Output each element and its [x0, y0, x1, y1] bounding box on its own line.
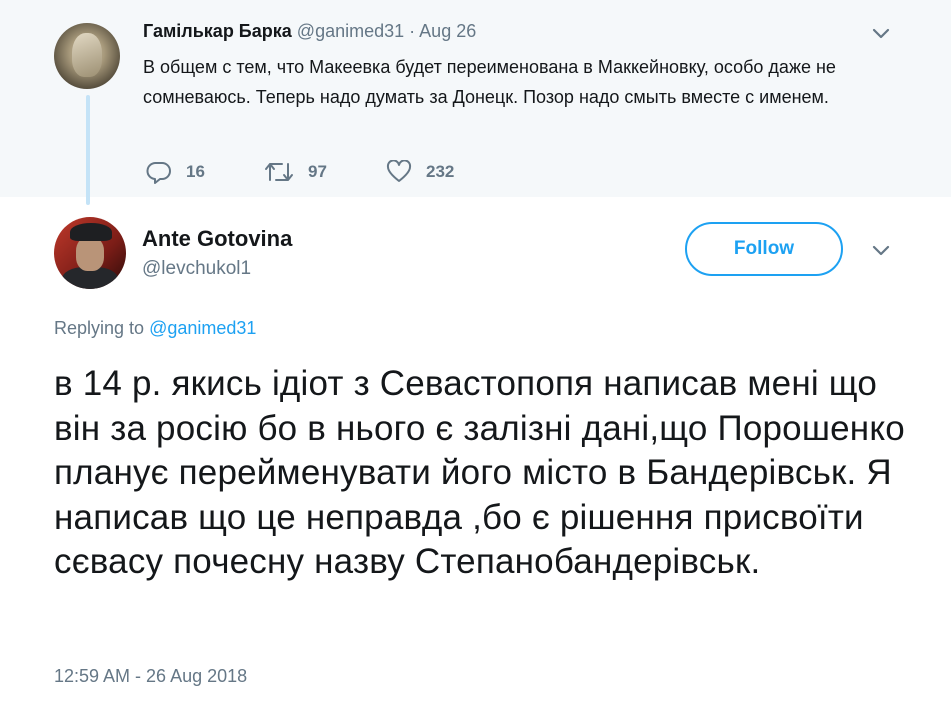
main-author-handle[interactable]: @levchukol1 — [142, 258, 251, 280]
heart-icon — [386, 160, 412, 182]
reply-action[interactable]: 16 — [146, 157, 205, 187]
avatar-cap — [70, 223, 112, 241]
retweet-action[interactable]: 97 — [264, 157, 327, 187]
separator-dot: · — [409, 21, 416, 41]
main-author-name[interactable]: Ante Gotovina — [142, 226, 292, 252]
tweet-timestamp[interactable]: 12:59 AM - 26 Aug 2018 — [54, 666, 247, 687]
follow-button[interactable]: Follow — [685, 222, 843, 276]
retweet-count: 97 — [308, 162, 327, 181]
parent-author-name[interactable]: Гамількар Барка — [143, 21, 292, 41]
replying-to-label: Replying to — [54, 318, 145, 338]
main-tweet-text: в 14 р. якись ідіот з Севастопопя написа… — [54, 364, 905, 581]
thread-connector-line — [86, 95, 90, 205]
parent-tweet-header: Гамількар Барка @ganimed31 · Aug 26 — [143, 21, 476, 42]
replying-to-line: Replying to @ganimed31 — [54, 318, 256, 339]
parent-tweet-date[interactable]: Aug 26 — [419, 21, 476, 41]
reply-count: 16 — [186, 162, 205, 181]
parent-author-handle[interactable]: @ganimed31 — [297, 21, 404, 41]
avatar-face — [72, 33, 102, 77]
parent-avatar[interactable] — [54, 23, 120, 89]
avatar-face — [76, 237, 104, 271]
retweet-icon — [265, 163, 293, 181]
main-avatar[interactable] — [54, 217, 126, 289]
parent-tweet[interactable]: Гамількар Барка @ganimed31 · Aug 26 В об… — [0, 0, 951, 197]
parent-tweet-text: В общем с тем, что Макеевка будет переим… — [143, 57, 836, 107]
chevron-down-icon[interactable] — [870, 22, 892, 44]
like-count: 232 — [426, 162, 455, 181]
like-action[interactable]: 232 — [386, 157, 454, 187]
reply-icon — [146, 162, 171, 184]
replying-to-mention[interactable]: @ganimed31 — [149, 318, 256, 338]
chevron-down-icon[interactable] — [870, 239, 892, 261]
